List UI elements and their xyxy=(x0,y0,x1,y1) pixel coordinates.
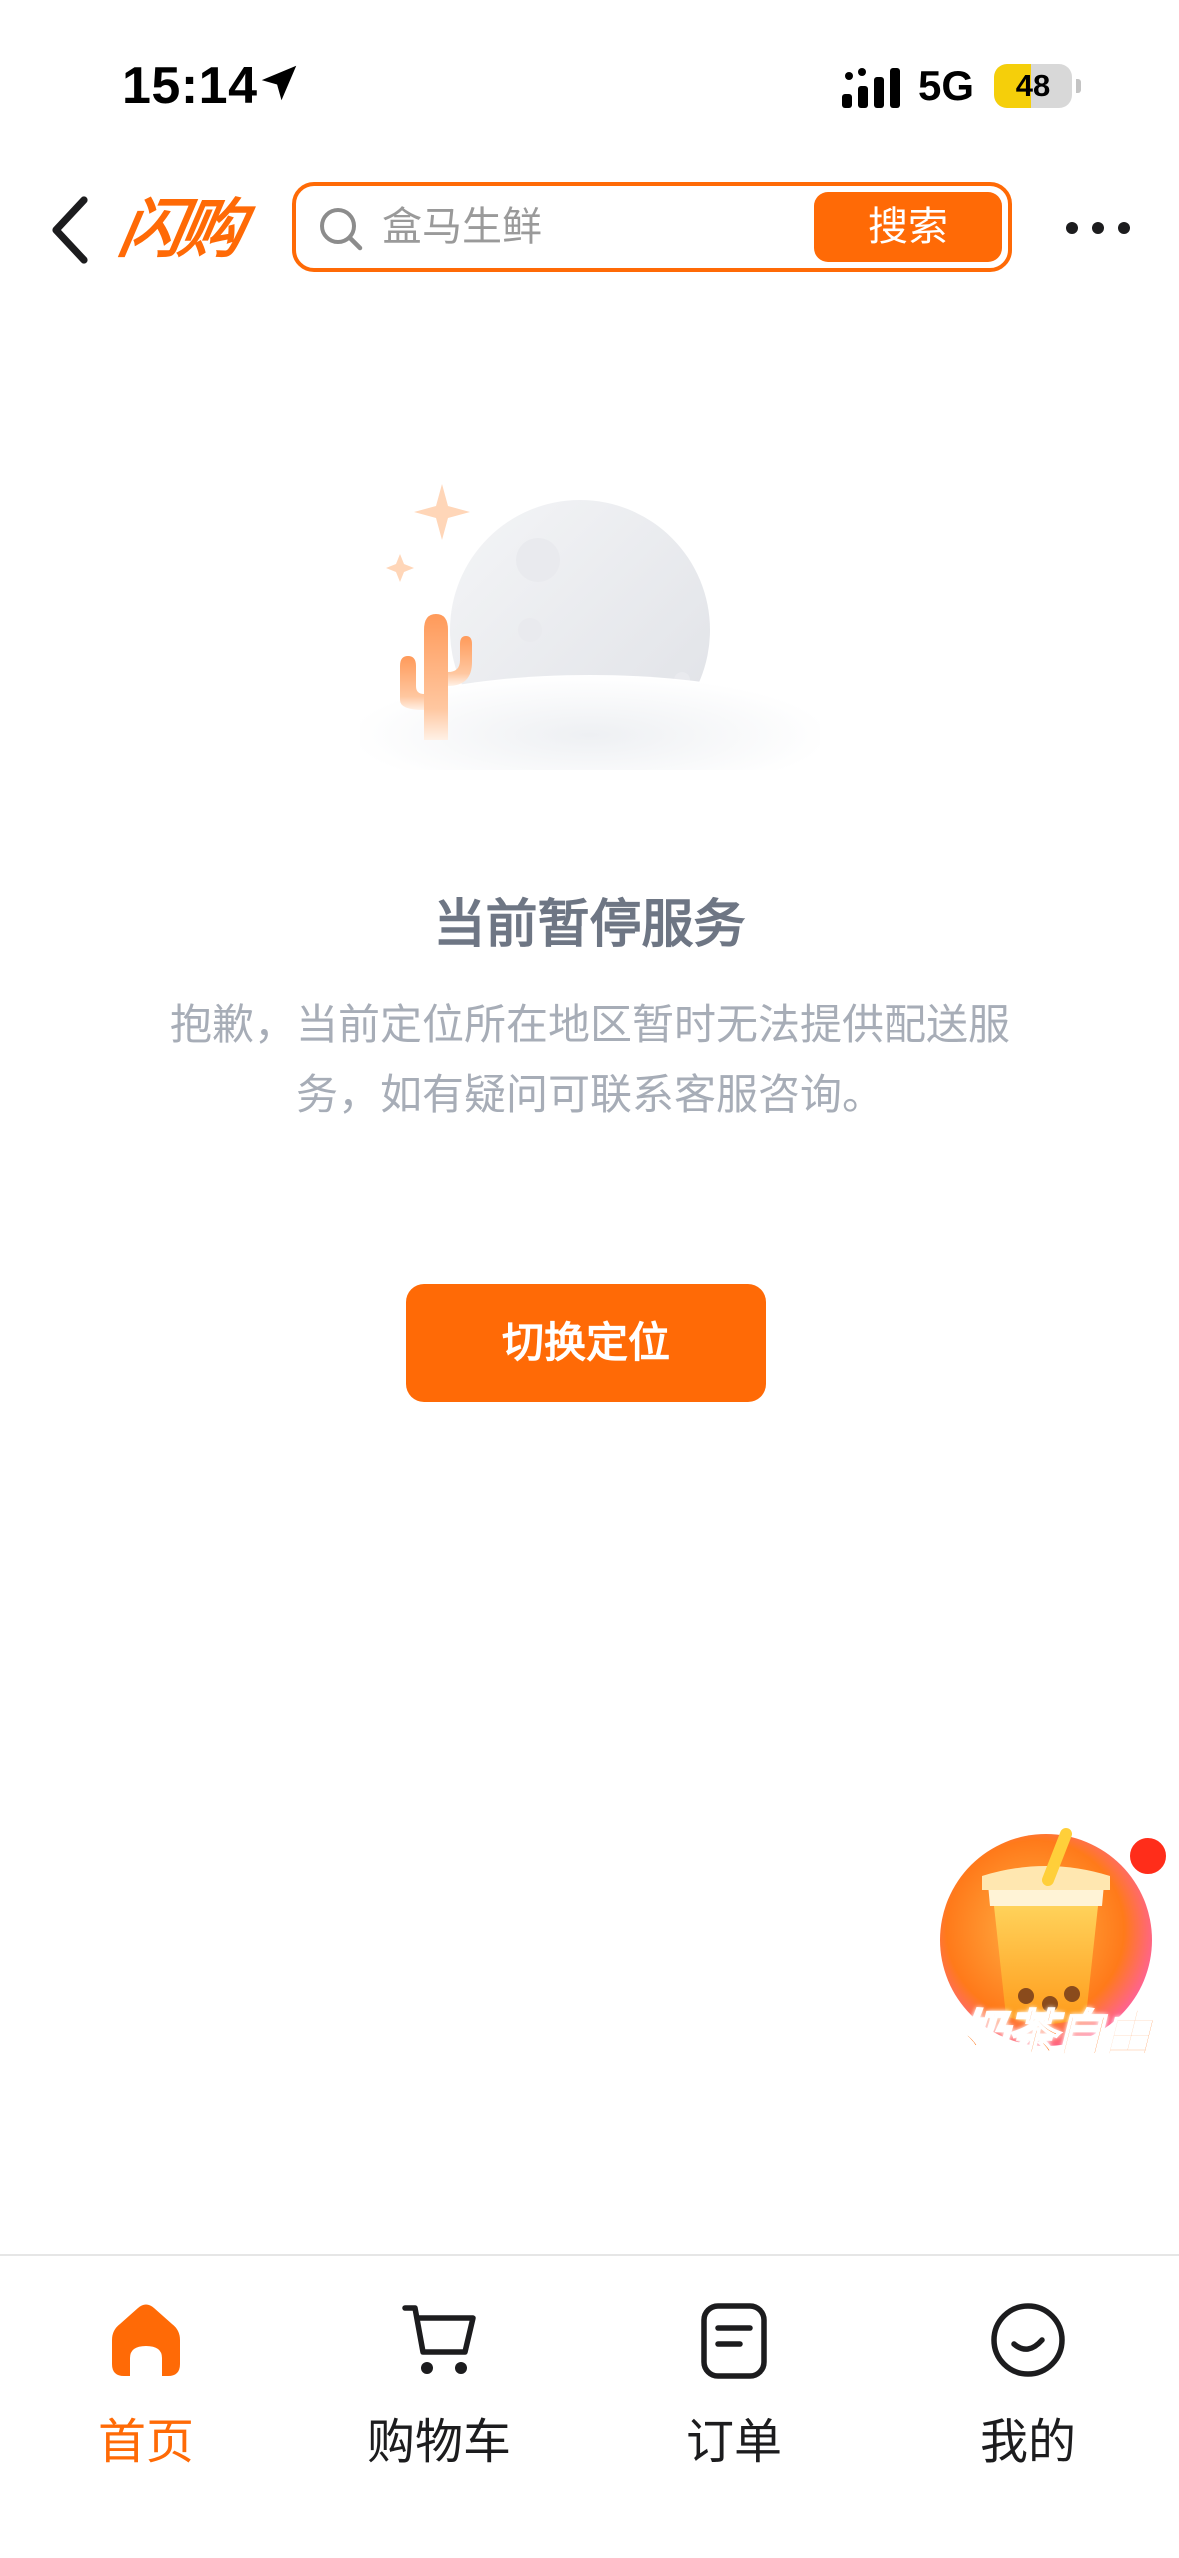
promo-label: 奶茶自由 xyxy=(958,2004,1154,2064)
empty-state-title: 当前暂停服务 xyxy=(433,895,746,955)
profile-icon xyxy=(991,2303,1065,2377)
tab-cart-label: 购物车 xyxy=(366,2414,511,2470)
empty-state-description: 抱歉，当前定位所在地区暂时无法提供配送服务，如有疑问可联系客服咨询。 xyxy=(169,1000,1010,1119)
battery-level: 48 xyxy=(1015,68,1051,103)
search-icon xyxy=(320,208,363,251)
network-type: 5G xyxy=(918,62,975,109)
milk-tea-promo-button[interactable]: 奶茶自由 xyxy=(930,1820,1179,2070)
tab-cart[interactable]: 购物车 xyxy=(319,2276,559,2476)
search-input[interactable] xyxy=(382,194,802,260)
tab-home-label: 首页 xyxy=(97,2414,194,2470)
header: 闪购 搜索 xyxy=(0,170,1179,290)
location-arrow-icon xyxy=(261,65,297,101)
empty-state-illustration xyxy=(360,484,820,770)
bottom-tab-bar: 首页 购物车 订单 我的 xyxy=(0,2254,1179,2558)
search-button[interactable]: 搜索 xyxy=(814,192,1002,262)
status-time: 15:14 xyxy=(122,57,258,115)
order-icon xyxy=(701,2303,767,2379)
tab-mine-label: 我的 xyxy=(979,2414,1076,2470)
tab-home[interactable]: 首页 xyxy=(26,2276,266,2476)
tab-mine[interactable]: 我的 xyxy=(908,2276,1148,2476)
cellular-signal-icon xyxy=(842,68,900,108)
notification-dot xyxy=(1126,1834,1170,1878)
search-box[interactable]: 搜索 xyxy=(292,182,1012,272)
tab-orders-label: 订单 xyxy=(685,2414,782,2470)
switch-location-button[interactable]: 切换定位 xyxy=(406,1284,766,1402)
battery-icon: 48 xyxy=(994,64,1081,108)
back-arrow-icon[interactable] xyxy=(40,192,100,268)
home-icon xyxy=(112,2304,180,2376)
more-options-icon[interactable] xyxy=(1058,198,1138,258)
status-bar: 15:14 5G 48 xyxy=(0,0,1179,160)
tab-orders[interactable]: 订单 xyxy=(614,2276,854,2476)
brand-logo: 闪购 xyxy=(113,193,247,267)
cart-icon xyxy=(402,2305,476,2374)
